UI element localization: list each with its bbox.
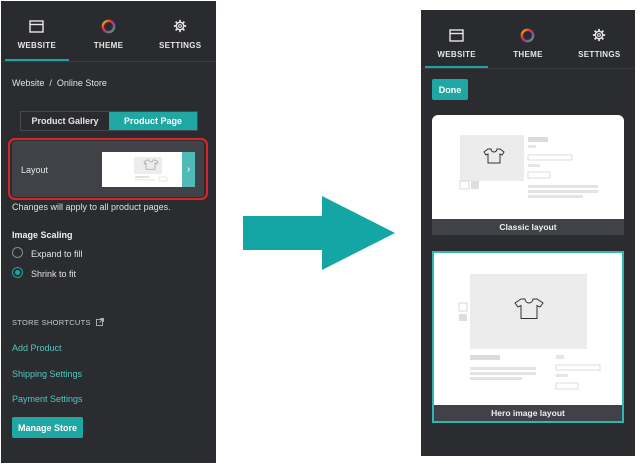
nav-tab-theme[interactable]: THEME — [492, 10, 563, 68]
color-wheel-icon — [520, 27, 535, 43]
nav-tab-settings-label: SETTINGS — [578, 50, 621, 59]
nav-tab-settings-label: SETTINGS — [158, 41, 202, 50]
nav-divider — [421, 68, 635, 69]
tab-product-page[interactable]: Product Page — [109, 112, 197, 130]
external-link-icon — [96, 318, 105, 328]
nav-tab-website[interactable]: WEBSITE — [1, 1, 73, 61]
gear-icon — [173, 18, 187, 34]
classic-layout-option[interactable]: Classic layout — [432, 115, 624, 235]
hero-image-layout-option[interactable]: Hero image layout — [432, 251, 624, 423]
top-nav: WEBSITE THEME SETTINGS — [1, 1, 216, 61]
gear-icon — [592, 27, 606, 43]
classic-layout-caption: Classic layout — [432, 219, 624, 235]
breadcrumb-website[interactable]: Website — [12, 78, 44, 88]
top-nav: WEBSITE THEME SETTINGS — [421, 10, 635, 68]
link-shipping-settings[interactable]: Shipping Settings — [12, 369, 82, 379]
store-shortcuts-title: STORE SHORTCUTS — [12, 318, 105, 328]
nav-tab-website-label: WEBSITE — [437, 50, 476, 59]
nav-tab-theme-label: THEME — [93, 41, 124, 50]
radio-shrink-to-fit[interactable] — [12, 267, 23, 278]
color-wheel-icon — [101, 18, 116, 34]
layout-highlight-outline — [8, 138, 208, 200]
layout-note: Changes will apply to all product pages. — [12, 202, 171, 212]
radio-expand-to-fill-label: Expand to fill — [31, 249, 83, 259]
link-payment-settings[interactable]: Payment Settings — [12, 394, 83, 404]
classic-layout-preview — [459, 135, 598, 198]
left-settings-panel: WEBSITE THEME SETTINGS Website / Online St… — [1, 1, 216, 463]
link-add-product[interactable]: Add Product — [12, 343, 62, 353]
nav-tab-theme-label: THEME — [513, 50, 543, 59]
nav-tab-settings[interactable]: SETTINGS — [144, 1, 216, 61]
tab-product-gallery[interactable]: Product Gallery — [21, 112, 109, 130]
done-button[interactable]: Done — [432, 79, 468, 100]
manage-store-button[interactable]: Manage Store — [12, 417, 83, 438]
hero-image-layout-caption: Hero image layout — [434, 405, 622, 421]
nav-divider — [1, 61, 216, 62]
breadcrumb-separator: / — [49, 78, 52, 88]
product-view-toggle: Product Gallery Product Page — [20, 111, 198, 131]
nav-tab-theme[interactable]: THEME — [73, 1, 145, 61]
breadcrumb: Website / Online Store — [12, 78, 107, 88]
nav-tab-settings[interactable]: SETTINGS — [564, 10, 635, 68]
browser-window-icon — [29, 18, 45, 34]
nav-tab-website[interactable]: WEBSITE — [421, 10, 492, 68]
store-shortcuts-label: STORE SHORTCUTS — [12, 318, 91, 327]
radio-expand-to-fill[interactable] — [12, 247, 23, 258]
hero-layout-preview — [458, 274, 601, 390]
breadcrumb-online-store: Online Store — [56, 78, 107, 88]
transition-arrow — [243, 196, 395, 270]
nav-tab-website-label: WEBSITE — [17, 41, 57, 50]
browser-window-icon — [449, 27, 464, 43]
radio-shrink-to-fit-label: Shrink to fit — [31, 269, 77, 279]
image-scaling-title: Image Scaling — [12, 230, 73, 240]
